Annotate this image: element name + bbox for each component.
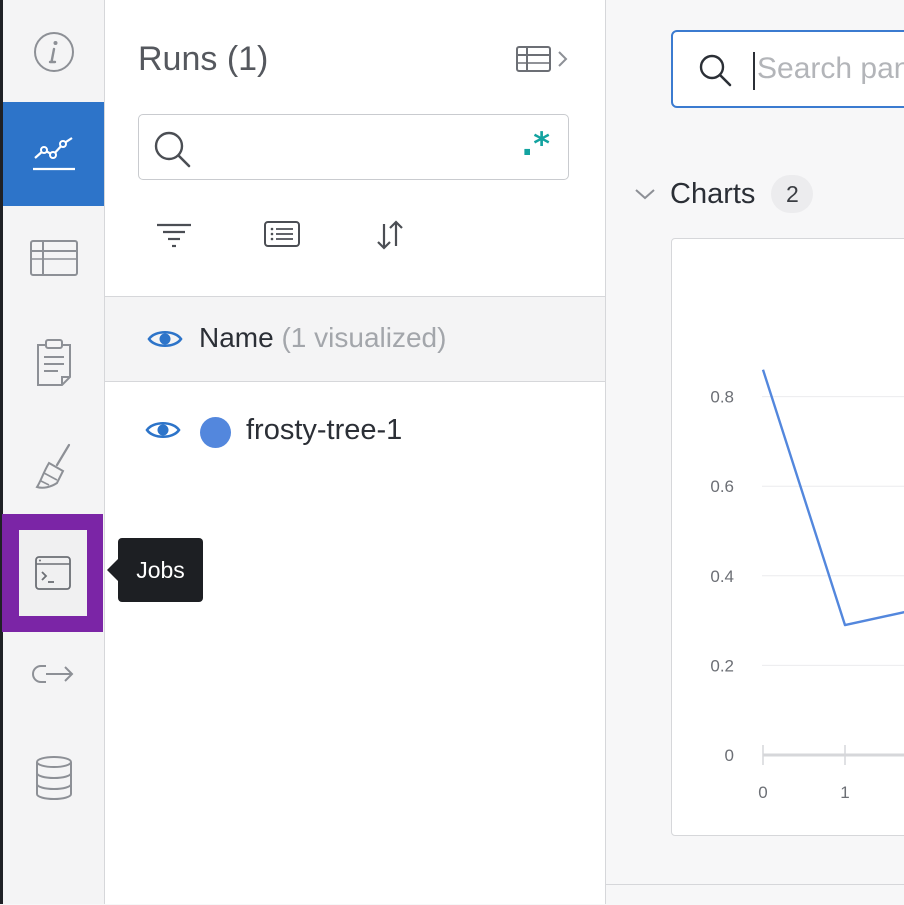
rail-item-reports[interactable] [3,310,104,414]
text-caret [753,52,755,90]
eye-icon[interactable] [147,327,183,351]
y-tick-label: 0.2 [710,656,734,675]
line-chart-panel[interactable]: 0 0.2 0.4 0.6 0.8 0 1 [671,238,904,836]
sort-button[interactable] [373,218,407,257]
run-row[interactable]: frosty-tree-1 [105,400,605,464]
y-tick-label: 0.4 [710,567,734,586]
panel-search-input[interactable]: Search panels [671,30,904,108]
rail-item-overview[interactable] [3,0,104,104]
filter-button[interactable] [155,218,193,255]
y-tick-label: 0.8 [710,388,734,407]
rail-item-artifacts[interactable] [3,726,104,830]
run-color-dot[interactable] [200,417,231,448]
workspace-main: Search panels Charts 2 0 0.2 0.4 0.6 0.8 0 1 [606,0,904,905]
sort-icon [377,220,403,250]
link-arrow-icon [31,665,73,683]
section-title: Charts [670,177,756,210]
filter-icon [157,223,191,248]
runs-search-input[interactable]: .* [138,114,569,180]
search-icon [699,54,732,87]
x-tick-label: 1 [840,783,849,802]
group-button[interactable] [263,218,301,255]
table-expand-icon [516,46,568,72]
column-name: Name [199,322,274,353]
panel-search-placeholder: Search panels [757,52,904,85]
rail-item-table[interactable] [3,206,104,310]
rail-item-sweeps[interactable] [3,414,104,518]
y-tick-label: 0.6 [710,477,734,496]
chevron-down-icon[interactable] [634,187,656,201]
sweep-broom-icon [34,443,70,489]
jobs-tooltip: Jobs [107,538,203,602]
rail-item-jobs-inner [18,530,87,616]
runs-column-header: Name (1 visualized) [105,296,605,382]
database-icon [35,756,72,801]
icon-rail [0,0,105,904]
eye-icon[interactable] [145,418,181,442]
table-icon [29,240,78,276]
search-icon [154,131,191,168]
visualized-count: (1 visualized) [281,322,447,353]
line-chart-icon [32,137,75,171]
list-icon [264,221,300,247]
tooltip-text: Jobs [136,556,185,583]
line-chart: 0 0.2 0.4 0.6 0.8 0 1 [710,369,904,802]
series-line [761,369,904,627]
charts-section-header[interactable]: Charts 2 [634,175,814,213]
panel-count-badge: 2 [771,175,814,213]
rail-item-automations[interactable] [3,622,104,726]
next-section-divider [606,884,904,905]
run-name[interactable]: frosty-tree-1 [246,414,402,447]
rail-item-charts[interactable] [3,102,104,206]
info-icon [33,32,74,72]
x-tick-label: 0 [758,783,767,802]
terminal-window-icon [34,556,71,590]
runs-title: Runs (1) [138,40,269,78]
rail-item-jobs[interactable] [2,514,103,632]
y-tick-label: 0 [725,746,734,765]
clipboard-icon [36,339,71,386]
regex-toggle[interactable]: .* [521,125,550,163]
runs-panel: Runs (1) .* Name (1 visualized) frosty-t… [105,0,606,904]
expand-table-button[interactable] [515,44,571,74]
name-column-label[interactable]: Name (1 visualized) [199,322,446,354]
